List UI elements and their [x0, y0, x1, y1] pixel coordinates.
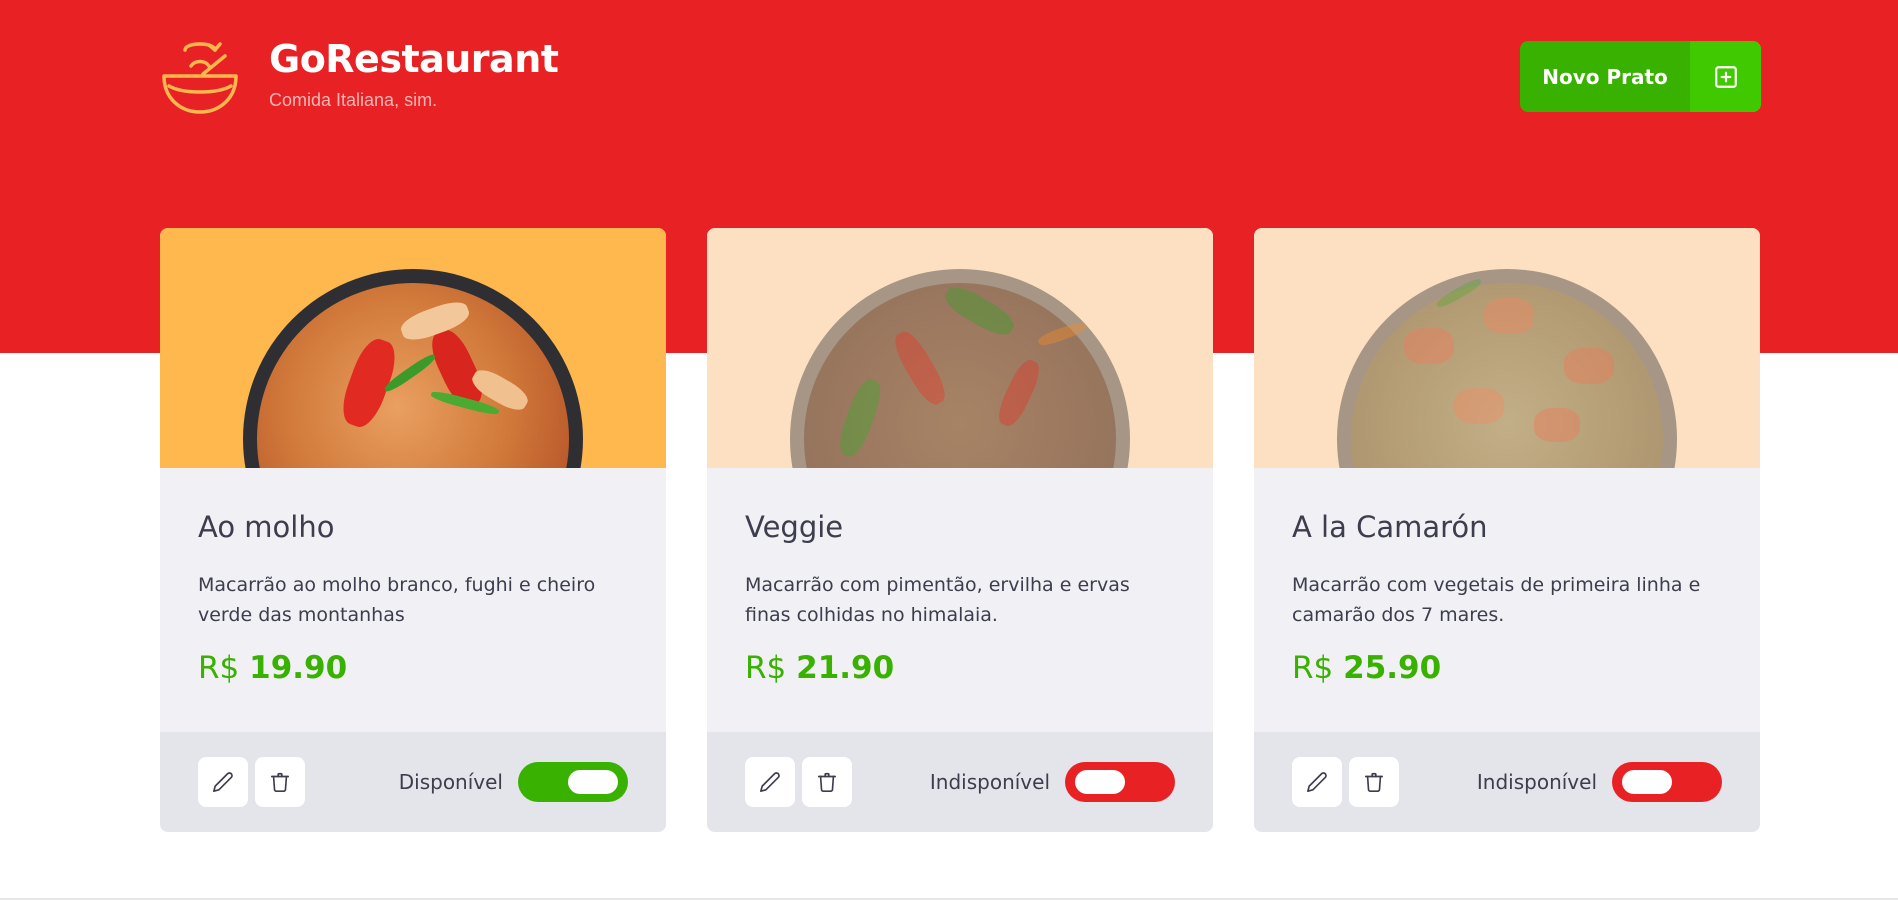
food-price: R$ 25.90	[1292, 650, 1722, 686]
food-name: Veggie	[745, 510, 844, 544]
food-name: A la Camarón	[1292, 510, 1488, 544]
food-card-footer: Indisponível	[1254, 732, 1760, 832]
availability: Disponível	[399, 762, 628, 802]
edit-button[interactable]	[1292, 757, 1342, 807]
currency-symbol: R$	[198, 650, 240, 686]
pencil-icon	[760, 772, 780, 792]
food-image	[1254, 228, 1760, 468]
currency-symbol: R$	[1292, 650, 1334, 686]
food-description: Macarrão com pimentão, ervilha e ervas f…	[745, 574, 1130, 626]
logo: GoRestaurant Comida Italiana, sim.	[159, 36, 559, 118]
trash-icon	[817, 772, 837, 792]
trash-icon	[1364, 772, 1384, 792]
food-description: Macarrão ao molho branco, fughi e cheiro…	[198, 574, 596, 626]
delete-button[interactable]	[1349, 757, 1399, 807]
food-image	[707, 228, 1213, 468]
food-description: Macarrão com vegetais de primeira linha …	[1292, 574, 1701, 626]
availability-label: Indisponível	[929, 770, 1050, 794]
food-price: R$ 19.90	[198, 650, 628, 686]
pencil-icon	[1307, 772, 1327, 792]
trash-icon	[270, 772, 290, 792]
bowl-icon	[162, 42, 238, 114]
delete-button[interactable]	[802, 757, 852, 807]
header: GoRestaurant Comida Italiana, sim. Novo …	[159, 36, 1761, 122]
new-dish-button[interactable]: Novo Prato	[1520, 41, 1761, 112]
delete-button[interactable]	[255, 757, 305, 807]
plus-square-icon	[1690, 41, 1761, 112]
food-image	[160, 228, 666, 468]
edit-button[interactable]	[198, 757, 248, 807]
availability: Indisponível	[930, 762, 1175, 802]
availability-toggle[interactable]	[518, 762, 628, 802]
food-card-footer: Disponível	[160, 732, 666, 832]
availability-toggle[interactable]	[1612, 762, 1722, 802]
app-subtitle: Comida Italiana, sim.	[269, 90, 438, 110]
price-value: 21.90	[796, 650, 895, 686]
food-name: Ao molho	[198, 510, 335, 544]
availability: Indisponível	[1477, 762, 1722, 802]
food-card-footer: Indisponível	[707, 732, 1213, 832]
currency-symbol: R$	[745, 650, 787, 686]
availability-label: Disponível	[398, 770, 503, 794]
price-value: 19.90	[249, 650, 348, 686]
edit-button[interactable]	[745, 757, 795, 807]
food-card: Veggie Macarrão com pimentão, ervilha e …	[707, 228, 1213, 832]
new-dish-label: Novo Prato	[1542, 64, 1668, 89]
app-title: GoRestaurant	[269, 37, 559, 81]
food-card: A la Camarón Macarrão com vegetais de pr…	[1254, 228, 1760, 832]
availability-toggle[interactable]	[1065, 762, 1175, 802]
pencil-icon	[213, 772, 233, 792]
price-value: 25.90	[1343, 650, 1442, 686]
food-card: Ao molho Macarrão ao molho branco, fughi…	[160, 228, 666, 832]
food-price: R$ 21.90	[745, 650, 1175, 686]
availability-label: Indisponível	[1476, 770, 1597, 794]
food-grid: Ao molho Macarrão ao molho branco, fughi…	[160, 228, 1761, 832]
